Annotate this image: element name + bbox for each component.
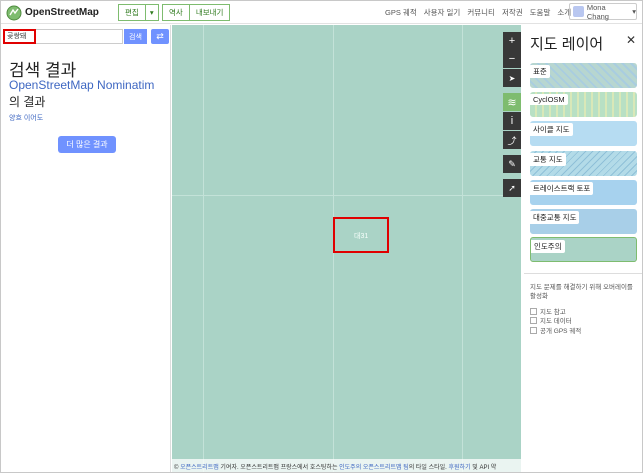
layer-cyclosm[interactable]: CyclOSM xyxy=(530,92,637,117)
nav-user-diaries[interactable]: 사용자 일기 xyxy=(424,7,461,18)
share-icon[interactable]: ⤴ xyxy=(503,131,521,149)
layers-icon[interactable]: ≋ xyxy=(503,93,521,111)
close-icon[interactable]: ✕ xyxy=(626,33,636,47)
layer-label: 사이클 지도 xyxy=(530,123,573,136)
layer-label: 대중교통 지도 xyxy=(530,211,580,224)
layer-standard[interactable]: 표준 xyxy=(530,63,637,88)
zoom-in-icon[interactable]: + xyxy=(503,32,521,50)
divider xyxy=(524,273,642,274)
zoom-out-icon[interactable]: − xyxy=(503,50,521,68)
checkbox[interactable] xyxy=(530,326,537,334)
header-nav: GPS 궤적 사용자 일기 커뮤니티 저작권 도움말 소개 xyxy=(385,7,571,18)
brand-name[interactable]: OpenStreetMap xyxy=(25,7,99,18)
map-grid-line xyxy=(172,195,521,196)
map-attribution: © 오픈스트리트맵 기여자. 오픈스트리트맵 프랑스에서 호스팅하는 인도주의 … xyxy=(172,459,521,472)
avatar xyxy=(573,6,584,17)
attribution-text-2: 의 타일 스타일. xyxy=(408,465,449,471)
checkbox[interactable] xyxy=(530,316,537,324)
layer-public-transport[interactable]: 대중교통 지도 xyxy=(530,209,637,234)
overlay-gps-traces[interactable]: 공개 GPS 궤적 xyxy=(530,325,581,335)
layer-label: 표준 xyxy=(530,65,550,78)
more-results-button[interactable]: 더 많은 결과 xyxy=(58,136,116,153)
export-button[interactable]: 내보내기 xyxy=(188,4,231,21)
search-button[interactable]: 검색 xyxy=(124,29,147,44)
directions-icon[interactable]: ⇄ xyxy=(151,29,169,44)
result-item[interactable]: 양흐 이어도 xyxy=(9,113,43,123)
locate-icon[interactable]: ➤ xyxy=(503,69,521,87)
layer-tracestrack-topo[interactable]: 트레이스트랙 토포 xyxy=(530,180,637,205)
layer-cycle-map[interactable]: 사이클 지도 xyxy=(530,121,637,146)
results-provider-suffix: 의 결과 xyxy=(9,95,46,109)
edit-button-group: 편집 ▾ xyxy=(118,4,159,21)
history-button[interactable]: 역사 xyxy=(162,4,190,21)
layer-label: 교통 지도 xyxy=(530,153,566,166)
query-icon[interactable]: ➚ xyxy=(503,179,521,197)
attribution-text: 기여자. 오픈스트리트맵 프랑스에서 호스팅하는 xyxy=(218,465,340,471)
nav-gps-traces[interactable]: GPS 궤적 xyxy=(385,7,417,18)
layer-label: 인도주의 xyxy=(531,240,565,253)
overlay-map-data[interactable]: 지도 데이터 xyxy=(530,315,572,325)
user-menu[interactable]: Mona Chang ▾ xyxy=(569,2,637,21)
layer-humanitarian[interactable]: 인도주의 xyxy=(530,237,637,262)
layer-label: 트레이스트랙 토포 xyxy=(530,182,594,195)
sidebar: 곶쌍돼 검색 ⇄ 검색 결과 OpenStreetMap Nominatim 의… xyxy=(1,25,171,472)
osm-logo-icon[interactable] xyxy=(6,5,22,21)
history-export-group: 역사 내보내기 xyxy=(162,4,231,21)
user-name: Mona Chang xyxy=(586,2,609,21)
layer-label: CyclOSM xyxy=(530,94,568,105)
attribution-end: 및 API 약 xyxy=(470,465,497,471)
nav-communities[interactable]: 커뮤니티 xyxy=(467,7,495,18)
info-icon[interactable]: i xyxy=(503,112,521,130)
overlay-label: 공개 GPS 궤적 xyxy=(540,328,582,335)
overlay-label: 지도 데이터 xyxy=(540,318,572,325)
attribution-osm-link[interactable]: 오픈스트리트맵 xyxy=(180,465,219,471)
panel-title: 지도 레이어 xyxy=(530,36,604,53)
map-grid-line xyxy=(203,25,204,472)
map-highlight-box xyxy=(333,217,389,253)
checkbox[interactable] xyxy=(530,307,537,315)
search-highlight-box xyxy=(3,29,36,44)
map-grid-line xyxy=(462,25,463,472)
results-provider-link[interactable]: OpenStreetMap Nominatim xyxy=(9,78,154,92)
chevron-down-icon: ▾ xyxy=(632,7,636,16)
edit-button[interactable]: 편집 xyxy=(118,4,146,21)
nav-copyright[interactable]: 저작권 xyxy=(502,7,523,18)
layer-transport-map[interactable]: 교통 지도 xyxy=(530,151,637,176)
note-icon[interactable]: ✎ xyxy=(503,155,521,173)
attribution-hot-link[interactable]: 인도주의 오픈스트리트맵 팀 xyxy=(339,465,409,471)
overlay-note: 지도 문제를 해결하기 위해 오버레이를 활성화 xyxy=(530,284,633,300)
edit-dropdown-button[interactable]: ▾ xyxy=(144,4,159,21)
nav-help[interactable]: 도움말 xyxy=(530,7,551,18)
attribution-donate-link[interactable]: 후원하기 xyxy=(449,465,471,471)
